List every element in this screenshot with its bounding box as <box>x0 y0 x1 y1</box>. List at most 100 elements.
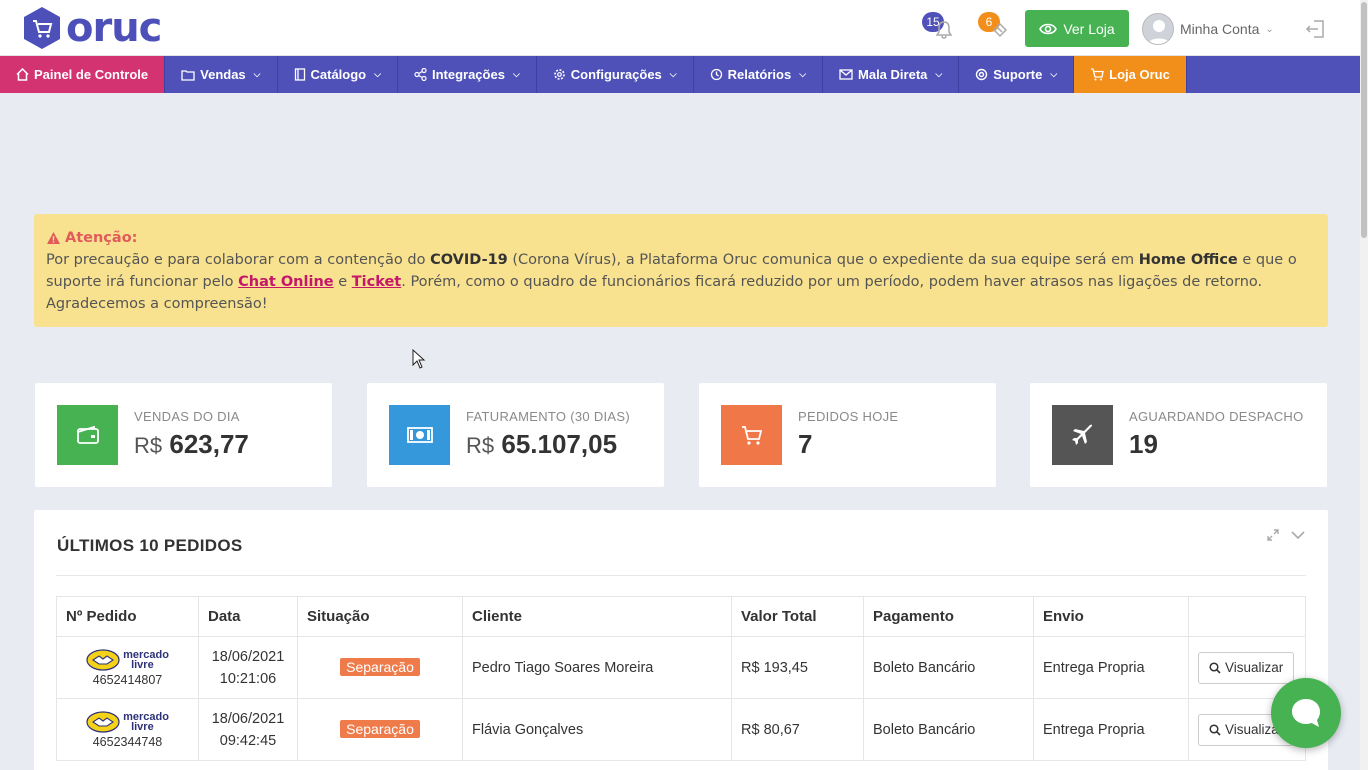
view-label: Visualizar <box>1225 660 1284 675</box>
chat-online-link[interactable]: Chat Online <box>238 274 333 290</box>
mouse-cursor-icon <box>412 349 426 369</box>
mercado-livre-text: mercado livre <box>123 648 169 670</box>
notifications-button[interactable]: 15 <box>922 12 956 46</box>
logo-hexagon-icon <box>24 7 60 49</box>
nav-vendas[interactable]: Vendas ⌵ <box>165 56 278 93</box>
stat-value: R$ 65.107,05 <box>466 429 617 460</box>
nav-painel-de-controle[interactable]: Painel de Controle <box>0 56 166 93</box>
ml-line1: mercado <box>123 648 169 661</box>
chevron-down-icon: ⌵ <box>799 69 807 79</box>
home-icon <box>16 68 29 81</box>
nav-label: Configurações <box>570 67 662 82</box>
stat-label: PEDIDOS HOJE <box>798 409 899 424</box>
eye-icon <box>1039 23 1058 34</box>
nav-label: Vendas <box>200 67 246 82</box>
handshake-icon <box>86 648 120 671</box>
stat-label: VENDAS DO DIA <box>134 409 240 424</box>
wallet-icon <box>57 405 118 465</box>
cart-icon <box>1091 68 1104 81</box>
share-icon <box>414 68 427 81</box>
stat-amount: 19 <box>1129 429 1158 459</box>
order-shipping: Entrega Propria <box>1033 698 1189 761</box>
order-time: 09:42:45 <box>219 732 277 749</box>
tickets-button[interactable]: 6 <box>978 12 1012 46</box>
ml-line2: livre <box>131 720 154 733</box>
folder-icon <box>181 69 195 81</box>
alert-text: Por precaução e para colaborar com a con… <box>46 252 431 268</box>
chevron-down-icon: ⌵ <box>1050 69 1058 79</box>
alert-home-office: Home Office <box>1138 252 1238 268</box>
handshake-icon <box>86 710 120 733</box>
nav-integracoes[interactable]: Integrações ⌵ <box>398 56 537 93</box>
main-nav: Painel de Controle Vendas ⌵ Catálogo ⌵ Int… <box>0 56 1360 93</box>
column-header[interactable]: Valor Total <box>731 596 864 637</box>
column-header[interactable]: Envio <box>1033 596 1189 637</box>
column-header[interactable]: Pagamento <box>863 596 1034 637</box>
status-badge: Separação <box>340 720 420 738</box>
nav-suporte[interactable]: Suporte ⌵ <box>959 56 1075 93</box>
collapse-chevron-icon[interactable] <box>1290 528 1306 542</box>
order-id[interactable]: 4652344748 <box>66 735 189 749</box>
history-icon <box>710 68 722 81</box>
column-header[interactable]: Cliente <box>462 596 732 637</box>
chevron-down-icon: ⌵ <box>512 69 520 79</box>
nav-relatorios[interactable]: Relatórios ⌵ <box>694 56 824 93</box>
money-icon <box>389 405 450 465</box>
mercado-livre-text: mercado livre <box>123 710 169 733</box>
warning-icon <box>47 232 60 244</box>
stat-currency: R$ <box>134 433 163 458</box>
order-payment: Boleto Bancário <box>863 636 1034 699</box>
nav-label: Painel de Controle <box>34 67 149 82</box>
ver-loja-label: Ver Loja <box>1063 20 1115 37</box>
order-date: 18/06/2021 <box>211 710 285 727</box>
brand-logo[interactable]: oruc <box>22 5 162 51</box>
chat-button[interactable] <box>1271 678 1341 748</box>
stat-card-pedidos-hoje: PEDIDOS HOJE 7 <box>699 383 996 487</box>
nav-loja-oruc[interactable]: Loja Oruc <box>1074 56 1187 93</box>
nav-configuracoes[interactable]: Configurações ⌵ <box>537 56 694 93</box>
order-shipping: Entrega Propria <box>1033 636 1189 699</box>
envelope-icon <box>839 69 853 80</box>
stat-amount: 65.107,05 <box>501 429 618 459</box>
scrollbar-thumb[interactable] <box>1361 2 1367 238</box>
alert-text: e <box>333 274 352 290</box>
gear-icon <box>553 69 565 80</box>
stat-currency: R$ <box>466 433 495 458</box>
logout-button[interactable] <box>1305 18 1327 45</box>
column-header[interactable]: Nº Pedido <box>56 596 199 637</box>
ver-loja-button[interactable]: Ver Loja <box>1025 10 1129 47</box>
column-header[interactable]: Situação <box>297 596 463 637</box>
chevron-down-icon: ⌵ <box>935 69 943 79</box>
covid-alert: Atenção: Por precaução e para colaborar … <box>34 214 1328 327</box>
column-header[interactable]: Data <box>198 596 298 637</box>
nav-catalogo[interactable]: Catálogo ⌵ <box>278 56 398 93</box>
expand-icon[interactable] <box>1266 528 1280 542</box>
chevron-down-icon: ⌵ <box>253 69 261 79</box>
nav-label: Integrações <box>431 67 505 82</box>
order-id[interactable]: 4652414807 <box>66 673 189 687</box>
ml-line1: mercado <box>123 710 169 723</box>
order-total: R$ 193,45 <box>731 636 864 699</box>
table-header-row: Nº Pedido Data Situação Cliente Valor To… <box>56 596 1306 637</box>
table-row: mercado livre 4652414807 18/06/2021 10:21:… <box>56 636 1306 699</box>
user-icon <box>1147 20 1171 44</box>
brand-name: oruc <box>66 5 162 51</box>
nav-label: Relatórios <box>727 67 792 82</box>
nav-mala-direta[interactable]: Mala Direta ⌵ <box>823 56 960 93</box>
ticket-link[interactable]: Ticket <box>352 274 401 290</box>
account-menu[interactable]: Minha Conta ⌄ <box>1142 12 1274 46</box>
order-payment: Boleto Bancário <box>863 698 1034 761</box>
latest-orders-panel: ÚLTIMOS 10 PEDIDOS Nº Pedido Data Situaç… <box>34 510 1328 770</box>
stat-card-aguardando-despacho: AGUARDANDO DESPACHO 19 <box>1030 383 1327 487</box>
stat-label: FATURAMENTO (30 DIAS) <box>466 409 631 424</box>
search-icon <box>1209 723 1221 736</box>
avatar <box>1142 13 1174 45</box>
divider <box>56 575 1306 576</box>
page-scrollbar[interactable] <box>1360 0 1368 770</box>
ticket-icon <box>992 22 1008 38</box>
account-label: Minha Conta <box>1180 21 1260 37</box>
mercado-livre-logo: mercado livre <box>66 648 189 671</box>
alert-title: Atenção: <box>46 227 1316 249</box>
view-order-button[interactable]: Visualizar <box>1198 651 1295 684</box>
order-status-cell: Separação <box>297 698 463 761</box>
